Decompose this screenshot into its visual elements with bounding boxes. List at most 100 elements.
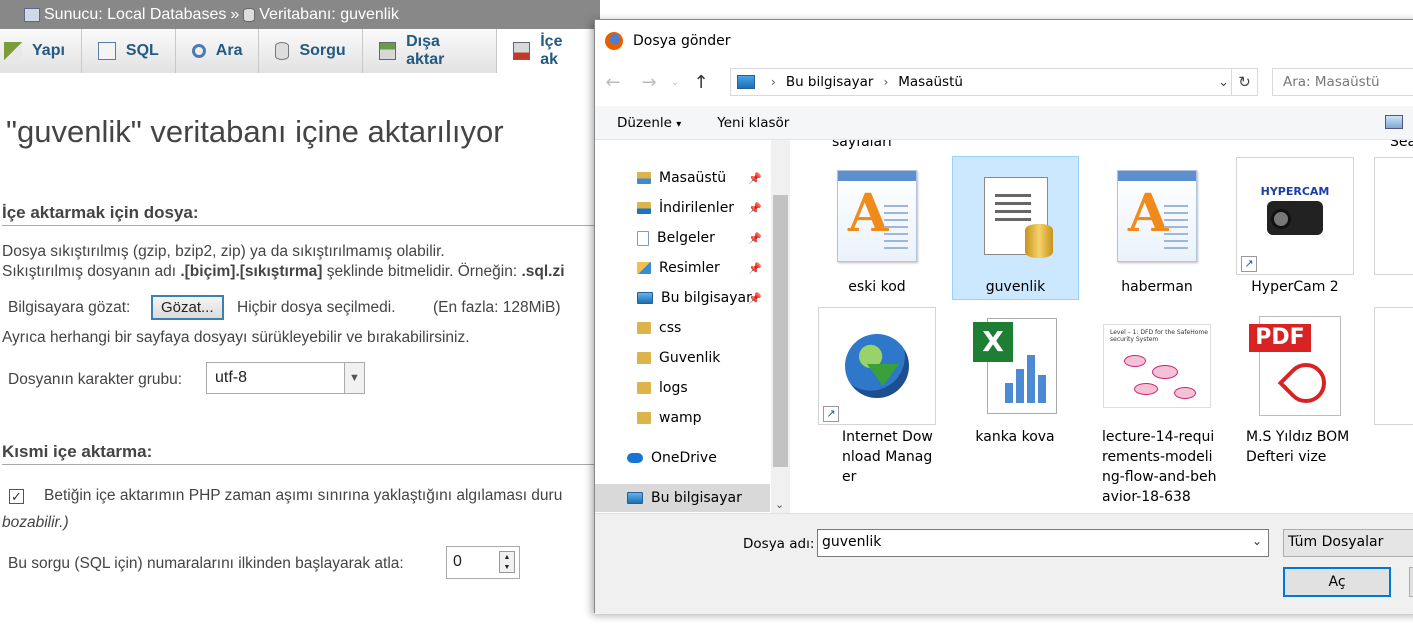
breadcrumb-database[interactable]: Veritabanı: guvenlik [259,6,399,24]
tree-item-this-pc[interactable]: Bu bilgisayar [595,484,770,512]
computer-icon [737,75,755,89]
tab-search[interactable]: Ara [175,29,260,73]
idm-shortcut-icon [845,334,909,398]
file-item-eski-kod[interactable]: A eski kod [814,157,940,299]
tree-item-this-pc-pinned[interactable]: Bu bilgisayar 📌 [595,284,770,312]
chevron-down-icon[interactable]: ⌄ [1252,534,1262,548]
search-input[interactable]: Ara: Masaüstü [1272,68,1413,96]
file-item-partial[interactable] [1370,307,1413,425]
tab-query[interactable]: Sorgu [259,29,363,73]
pin-icon[interactable]: 📌 [748,292,762,305]
file-item-idm[interactable]: ↗ Internet Download Manager [814,307,940,489]
tab-search-label: Ara [215,42,243,59]
tree-item-desktop[interactable]: Masaüstü 📌 [595,164,770,192]
recent-locations-chevron-icon[interactable]: ⌄ [667,77,683,88]
file-item-partial[interactable] [1370,157,1413,275]
forward-arrow-icon[interactable]: → [631,72,667,93]
tree-item-css[interactable]: css [595,314,770,342]
breadcrumb-server[interactable]: Sunucu: Local Databases [44,6,226,24]
file-item-kanka-kova[interactable]: X kanka kova [952,307,1078,449]
new-folder-button[interactable]: Yeni klasör [681,115,789,131]
file-item-lecture[interactable]: Level – 1: DFD for the SafeHome security… [1092,307,1222,509]
file-name: eski kod [848,279,906,295]
downloads-folder-icon [637,202,651,214]
chevron-down-icon[interactable]: ⌄ [1218,75,1229,90]
tree-item-label: İndirilenler [659,200,735,216]
sql-icon [97,42,116,60]
browse-button[interactable]: Gözat... [151,295,224,320]
up-arrow-icon[interactable]: ↑ [683,72,719,93]
tab-sql[interactable]: SQL [81,29,176,73]
navigation-scrollbar[interactable]: ⌄ [771,140,790,513]
address-chevron-icon[interactable]: › [883,75,888,89]
tab-structure[interactable]: Yapı [0,29,82,73]
browse-label: Bilgisayara gözat: [8,299,131,316]
scrollbar-thumb[interactable] [773,195,788,467]
pin-icon[interactable]: 📌 [748,262,762,275]
file-name: kanka kova [975,429,1055,445]
lecture-thumbnail-header: Level – 1: DFD for the SafeHome security… [1110,329,1208,343]
tree-item-guvenlik[interactable]: Guvenlik [595,344,770,372]
tab-import[interactable]: İçe ak [496,29,600,73]
pin-icon[interactable]: 📌 [748,232,762,245]
address-chevron-icon[interactable]: › [771,75,776,89]
file-item-haberman[interactable]: A haberman [1094,157,1220,299]
file-name: lecture-14-requirements-modeling-flow-an… [1102,429,1217,505]
shortcut-arrow-icon: ↗ [1241,256,1257,272]
charset-label: Dosyanın karakter grubu: [8,371,183,388]
onedrive-icon [627,453,643,463]
file-item-hypercam[interactable]: HYPERCAM ↗ HyperCam 2 [1232,157,1358,299]
address-segment-desktop[interactable]: Masaüstü [898,74,963,90]
folder-icon [637,412,651,424]
tab-structure-label: Yapı [32,42,65,59]
filename-label: Dosya adı: [743,536,815,552]
timeout-checkbox[interactable]: ✓ [9,489,24,504]
tree-item-label: OneDrive [651,450,717,466]
refresh-icon[interactable]: ↻ [1231,69,1257,95]
address-segment-computer[interactable]: Bu bilgisayar [786,74,874,90]
timeout-checkbox-label: Betiğin içe aktarımın PHP zaman aşımı sı… [44,487,563,504]
pin-icon[interactable]: 📌 [748,202,762,215]
file-item-bom-defteri[interactable]: PDF M.S Yıldız BOM Defteri vize [1232,307,1358,469]
compression-info: Dosya sıkıştırılmış (gzip, bzip2, zip) y… [2,243,445,260]
desktop-folder-icon [637,172,651,184]
file-item-guvenlik[interactable]: guvenlik [952,156,1079,300]
organize-label: Düzenle [617,114,672,131]
database-icon [243,7,256,22]
tree-item-label: css [659,320,682,336]
pin-icon[interactable]: 📌 [748,172,762,185]
computer-icon [637,292,653,304]
skip-queries-input[interactable]: 0 ▲ ▼ [446,546,520,579]
filename-input[interactable]: guvenlik ⌄ [817,529,1269,557]
open-button[interactable]: Aç [1283,567,1391,597]
tree-item-downloads[interactable]: İndirilenler 📌 [595,194,770,222]
back-arrow-icon[interactable]: ← [595,72,631,93]
documents-folder-icon [637,230,649,246]
scroll-down-icon[interactable]: ⌄ [775,498,784,511]
file-list: sayfaları Sear A eski kod guvenlik A hab… [792,140,1413,513]
dialog-footer: Dosya adı: guvenlik ⌄ Tüm Dosyalar Aç [595,513,1413,614]
organize-menu[interactable]: Düzenle ▾ [595,115,681,131]
tree-item-onedrive[interactable]: OneDrive [595,444,770,472]
charset-select[interactable]: utf-8 ▼ [206,362,365,394]
tree-item-label: Bu bilgisayar [661,290,752,306]
hypercam-shortcut-icon: HYPERCAM [1253,185,1337,247]
file-name: Internet Download Manager [842,429,933,485]
view-options-icon[interactable] [1385,115,1403,129]
file-type-value: Tüm Dosyalar [1288,534,1384,550]
file-section-heading: İçe aktarmak için dosya: [2,203,600,226]
tab-export[interactable]: Dışa aktar [362,29,497,73]
cancel-button[interactable] [1409,567,1413,597]
spinner-icon[interactable]: ▲ ▼ [499,551,515,573]
computer-icon [627,492,643,504]
tree-item-wamp[interactable]: wamp [595,404,770,432]
folder-icon [637,352,651,364]
tree-item-documents[interactable]: Belgeler 📌 [595,224,770,252]
file-type-select[interactable]: Tüm Dosyalar [1283,529,1413,557]
skip-queries-label: Bu sorgu (SQL için) numaralarını ilkinde… [8,555,404,572]
dialog-titlebar[interactable]: Dosya gönder [595,20,1413,62]
address-bar[interactable]: › Bu bilgisayar › Masaüstü ⌄ ↻ [730,68,1258,96]
tree-item-logs[interactable]: logs [595,374,770,402]
tree-item-pictures[interactable]: Resimler 📌 [595,254,770,282]
tree-item-label: Masaüstü [659,170,727,186]
